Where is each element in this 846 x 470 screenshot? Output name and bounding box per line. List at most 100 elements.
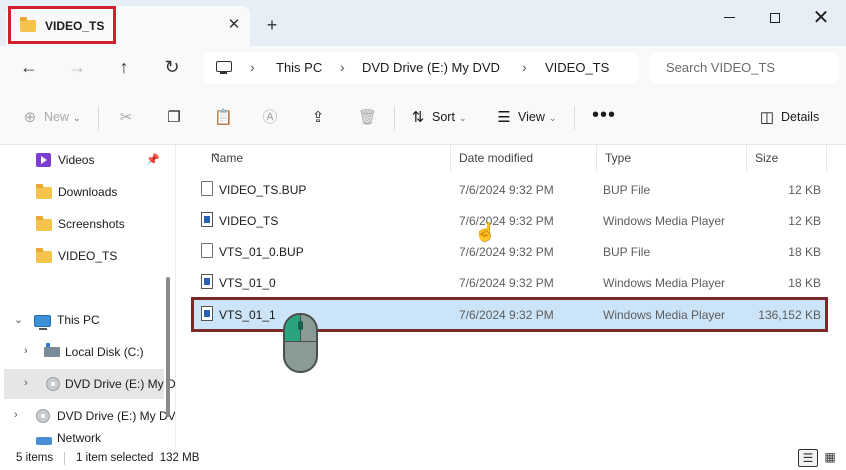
- table-row[interactable]: VTS_01_0.BUP 7/6/2024 9:32 PM BUP File 1…: [191, 236, 827, 267]
- tiles-view-button[interactable]: ▦: [820, 449, 840, 467]
- column-header-type[interactable]: Type: [597, 145, 747, 172]
- column-header-size[interactable]: Size: [747, 145, 827, 172]
- sidebar-item-label: DVD Drive (E:) My DVD: [65, 377, 176, 391]
- paste-icon: 📋: [214, 108, 233, 126]
- sidebar-item-downloads[interactable]: Downloads: [0, 177, 170, 207]
- cut-button[interactable]: ✂: [118, 104, 140, 130]
- tab-highlight-annotation: [8, 6, 116, 44]
- new-label: New: [44, 110, 70, 124]
- sidebar-item-label: Network: [57, 431, 102, 445]
- chevron-down-icon: ⌄: [458, 113, 467, 123]
- status-divider: [64, 452, 65, 465]
- scissors-icon: ✂: [119, 108, 133, 126]
- mouse-divider: [285, 341, 316, 342]
- chevron-down-icon[interactable]: ⌄: [14, 313, 23, 326]
- plus-icon: ⊕: [23, 108, 37, 126]
- file-list: Name ⌃ Date modified Type Size VIDEO_TS.…: [177, 145, 846, 447]
- sidebar-scrollbar[interactable]: [166, 277, 170, 417]
- sidebar-item-label: Local Disk (C:): [65, 345, 144, 359]
- chevron-right-icon[interactable]: ›: [24, 345, 28, 357]
- videos-icon: [36, 153, 51, 167]
- sidebar-item-local-disk[interactable]: › Local Disk (C:): [0, 337, 170, 367]
- search-box[interactable]: Search VIDEO_TS: [650, 52, 838, 84]
- address-bar[interactable]: › This PC › DVD Drive (E:) My DVD › VIDE…: [204, 52, 638, 84]
- sidebar-item-label: DVD Drive (E:) My DVD: [57, 409, 176, 423]
- maximize-icon: [770, 12, 780, 23]
- toolbar-divider: [394, 106, 395, 130]
- breadcrumb-video-ts[interactable]: VIDEO_TS: [545, 60, 609, 75]
- folder-icon: [36, 184, 52, 199]
- file-name: VIDEO_TS: [219, 214, 279, 228]
- computer-icon: [216, 61, 232, 74]
- new-tab-button[interactable]: +: [260, 14, 284, 38]
- toolbar-divider: [98, 106, 99, 130]
- sidebar-item-label: Downloads: [58, 185, 118, 199]
- more-options-button[interactable]: •••: [592, 102, 616, 128]
- file-name: VTS_01_0.BUP: [219, 245, 304, 259]
- column-header-name[interactable]: Name ⌃: [203, 145, 451, 172]
- file-date: 7/6/2024 9:32 PM: [459, 245, 554, 259]
- sidebar-item-dvd-root[interactable]: › DVD Drive (E:) My DVD: [0, 401, 175, 431]
- close-tab-button[interactable]: ✕: [222, 14, 246, 38]
- status-bar: 5 items 1 item selected 132 MB ☰ ▦: [0, 447, 846, 470]
- details-button[interactable]: ◫ Details: [759, 104, 819, 130]
- back-button[interactable]: ←: [15, 54, 43, 82]
- close-window-button[interactable]: ✕: [798, 4, 844, 34]
- sidebar-item-this-pc[interactable]: ⌄ This PC: [0, 305, 170, 335]
- folder-icon: [36, 216, 52, 231]
- up-button[interactable]: ↑: [110, 54, 138, 82]
- maximize-button[interactable]: [752, 4, 798, 34]
- search-input[interactable]: Search VIDEO_TS: [666, 60, 775, 75]
- sidebar-item-video-ts[interactable]: VIDEO_TS: [0, 241, 170, 271]
- details-view-button[interactable]: ☰: [798, 449, 818, 467]
- file-date: 7/6/2024 9:32 PM: [459, 183, 554, 197]
- sidebar-item-dvd-drive[interactable]: › DVD Drive (E:) My DVD: [4, 369, 175, 399]
- column-header-date[interactable]: Date modified: [451, 145, 597, 172]
- forward-button[interactable]: →: [63, 54, 91, 82]
- new-button[interactable]: ⊕ New ⌄: [22, 104, 81, 130]
- file-type: Windows Media Player: [603, 214, 726, 228]
- media-file-icon: [201, 212, 213, 227]
- file-type: Windows Media Player: [603, 276, 726, 290]
- table-row[interactable]: VTS_01_0 7/6/2024 9:32 PM Windows Media …: [191, 267, 827, 298]
- breadcrumb-dvd-drive[interactable]: DVD Drive (E:) My DVD: [362, 60, 500, 75]
- sidebar-item-network[interactable]: Network: [0, 431, 170, 447]
- sort-icon: ⇅: [411, 108, 425, 126]
- navigation-pane: Videos 📌 Downloads Screenshots VIDEO_TS …: [0, 145, 176, 447]
- copy-button[interactable]: ❐: [166, 104, 188, 130]
- breadcrumb-separator: ›: [250, 59, 255, 75]
- copy-icon: ❐: [167, 108, 181, 126]
- network-icon: [36, 437, 52, 445]
- table-row[interactable]: VIDEO_TS.BUP 7/6/2024 9:32 PM BUP File 1…: [191, 174, 827, 205]
- breadcrumb-separator: ›: [340, 59, 345, 75]
- refresh-button[interactable]: ↻: [158, 54, 186, 82]
- chevron-right-icon[interactable]: ›: [14, 409, 18, 421]
- sidebar-item-videos[interactable]: Videos 📌: [0, 145, 170, 175]
- pin-icon[interactable]: 📌: [146, 153, 160, 166]
- sort-button[interactable]: ⇅ Sort ⌄: [410, 104, 467, 130]
- sidebar-item-label: VIDEO_TS: [58, 249, 118, 263]
- column-header-label: Type: [605, 151, 632, 165]
- view-button[interactable]: ☰ View ⌄: [496, 104, 556, 130]
- file-size: 18 KB: [788, 245, 821, 259]
- chevron-right-icon[interactable]: ›: [24, 377, 28, 389]
- file-size: 12 KB: [788, 183, 821, 197]
- media-file-icon: [201, 274, 213, 289]
- sort-chevron-icon: ⌃: [211, 151, 222, 165]
- file-type: BUP File: [603, 183, 651, 197]
- share-button[interactable]: ⇪: [310, 104, 332, 130]
- breadcrumb-this-pc[interactable]: This PC: [276, 60, 322, 75]
- sort-label: Sort: [432, 110, 455, 124]
- delete-button[interactable]: 🗑: [358, 104, 380, 130]
- drive-icon: [44, 343, 60, 357]
- minimize-button[interactable]: [706, 4, 752, 34]
- paste-button[interactable]: 📋: [214, 104, 236, 130]
- file-icon: [201, 181, 213, 196]
- sidebar-item-screenshots[interactable]: Screenshots: [0, 209, 170, 239]
- sidebar-item-label: Videos: [58, 153, 95, 167]
- file-size: 12 KB: [788, 214, 821, 228]
- table-row[interactable]: VIDEO_TS 7/6/2024 9:32 PM Windows Media …: [191, 205, 827, 236]
- view-label: View: [518, 110, 545, 124]
- rename-button[interactable]: Ⓐ: [262, 104, 284, 130]
- selection-info: 1 item selected 132 MB: [76, 452, 200, 464]
